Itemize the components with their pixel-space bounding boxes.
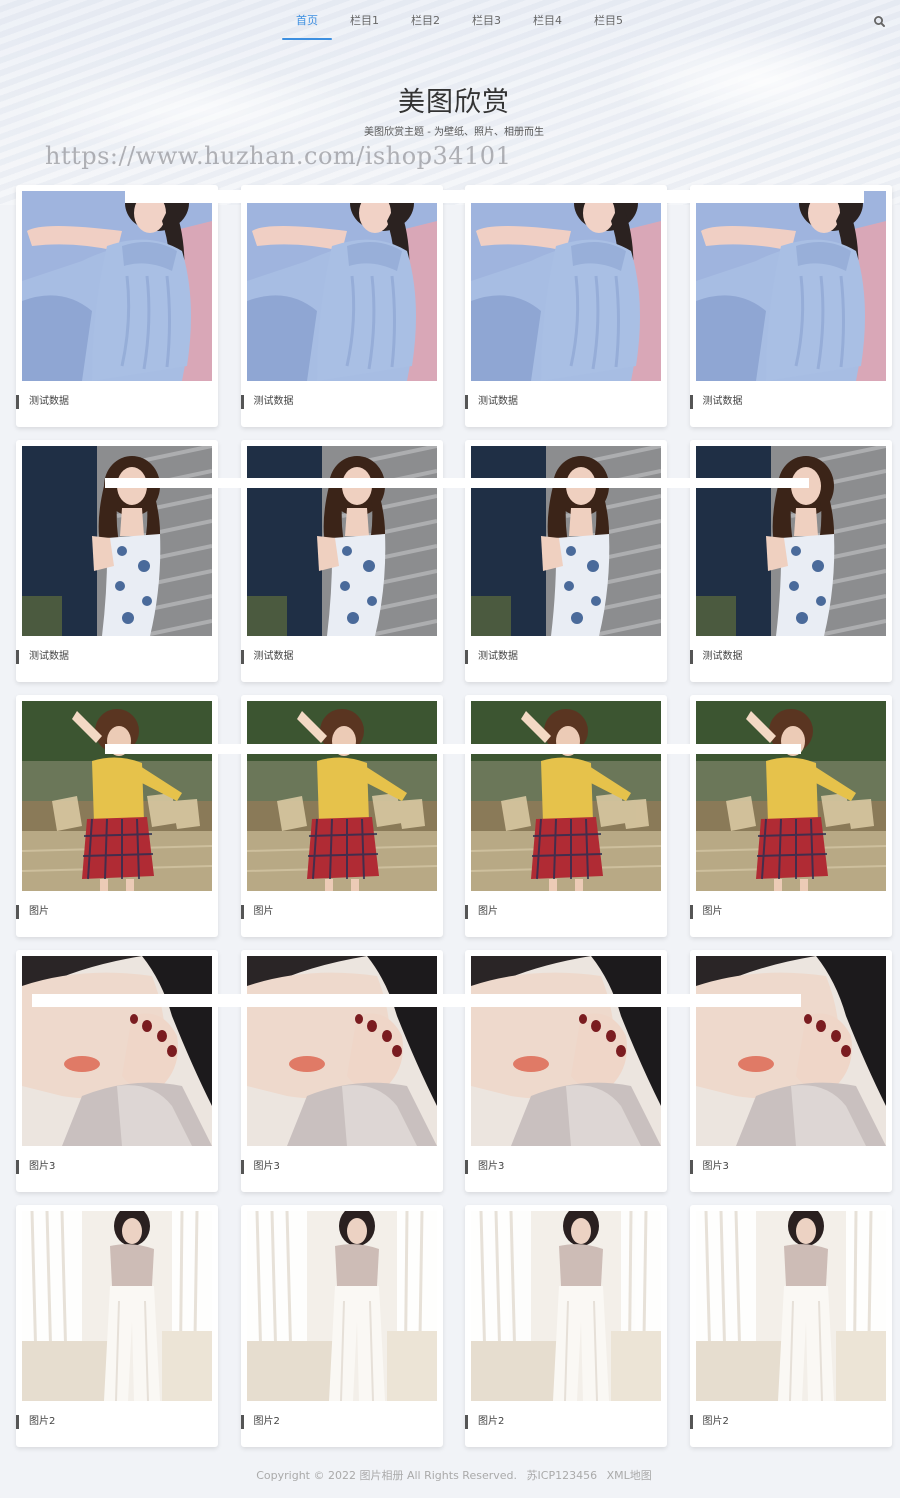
gallery-photo[interactable] bbox=[22, 191, 212, 381]
gallery-card[interactable]: 图片3 bbox=[16, 950, 218, 1192]
gallery-caption[interactable]: 图片2 bbox=[465, 1415, 504, 1429]
nav-item-column-2[interactable]: 栏目2 bbox=[395, 0, 456, 40]
redaction-bar bbox=[32, 994, 801, 1007]
gallery-caption[interactable]: 图片2 bbox=[16, 1415, 55, 1429]
gallery-caption[interactable]: 图片3 bbox=[16, 1160, 55, 1174]
nav-menu: 首页 栏目1 栏目2 栏目3 栏目4 栏目5 bbox=[280, 0, 639, 44]
page-title: 美图欣赏 bbox=[398, 87, 510, 118]
search-icon bbox=[874, 16, 885, 27]
gallery-caption[interactable]: 测试数据 bbox=[465, 395, 518, 409]
search-button[interactable] bbox=[872, 14, 888, 30]
gallery-photo[interactable] bbox=[22, 701, 212, 891]
gallery-photo[interactable] bbox=[471, 1211, 661, 1401]
gallery-caption[interactable]: 测试数据 bbox=[16, 395, 69, 409]
gallery-card[interactable]: 测试数据 bbox=[689, 185, 892, 427]
gallery-photo[interactable] bbox=[22, 446, 212, 636]
gallery-caption[interactable]: 图片 bbox=[16, 905, 49, 919]
gallery-photo[interactable] bbox=[247, 956, 437, 1146]
gallery-card[interactable]: 图片 bbox=[240, 695, 443, 937]
gallery-photo[interactable] bbox=[696, 1211, 886, 1401]
gallery-card[interactable]: 测试数据 bbox=[16, 440, 218, 682]
gallery-grid: 测试数据 测试数据 测试数据 测试数据 测试数据 测试数据 测试数据 测试数据 图片 图片 图片 图片… bbox=[16, 185, 892, 1447]
nav-item-home[interactable]: 首页 bbox=[280, 0, 334, 40]
gallery-card[interactable]: 测试数据 bbox=[465, 185, 667, 427]
gallery-photo[interactable] bbox=[696, 191, 886, 381]
gallery-caption[interactable]: 测试数据 bbox=[689, 395, 743, 409]
redaction-bar bbox=[105, 478, 809, 488]
gallery-card[interactable]: 图片2 bbox=[689, 1205, 892, 1447]
gallery-card[interactable]: 测试数据 bbox=[689, 440, 892, 682]
gallery-card[interactable]: 图片2 bbox=[240, 1205, 443, 1447]
nav-item-column-4[interactable]: 栏目4 bbox=[517, 0, 578, 40]
gallery-caption[interactable]: 图片3 bbox=[240, 1160, 280, 1174]
redaction-bar bbox=[105, 744, 801, 754]
gallery-card[interactable]: 图片3 bbox=[465, 950, 667, 1192]
top-navigation: 首页 栏目1 栏目2 栏目3 栏目4 栏目5 bbox=[0, 0, 900, 44]
gallery-photo[interactable] bbox=[247, 1211, 437, 1401]
gallery-caption[interactable]: 测试数据 bbox=[465, 650, 518, 664]
gallery-caption[interactable]: 图片 bbox=[689, 905, 723, 919]
gallery-photo[interactable] bbox=[696, 446, 886, 636]
gallery-photo[interactable] bbox=[471, 701, 661, 891]
gallery-caption[interactable]: 图片 bbox=[240, 905, 274, 919]
page-subtitle: 美图欣赏主题 - 为壁纸、照片、相册而生 bbox=[364, 127, 544, 138]
gallery-photo[interactable] bbox=[696, 956, 886, 1146]
gallery-caption[interactable]: 测试数据 bbox=[240, 650, 294, 664]
gallery-card[interactable]: 图片 bbox=[465, 695, 667, 937]
gallery-card[interactable]: 图片2 bbox=[465, 1205, 667, 1447]
gallery-photo[interactable] bbox=[471, 191, 661, 381]
gallery-photo[interactable] bbox=[471, 956, 661, 1146]
gallery-card[interactable]: 测试数据 bbox=[16, 185, 218, 427]
gallery-card[interactable]: 图片2 bbox=[16, 1205, 218, 1447]
copyright-text: Copyright © 2022 图片相册 All Rights Reserve… bbox=[256, 1469, 518, 1482]
gallery-photo[interactable] bbox=[22, 1211, 212, 1401]
gallery-caption[interactable]: 测试数据 bbox=[240, 395, 294, 409]
watermark-text: https://www.huzhan.com/ishop34101 bbox=[45, 142, 512, 170]
gallery-photo[interactable] bbox=[247, 701, 437, 891]
nav-item-column-3[interactable]: 栏目3 bbox=[456, 0, 517, 40]
icp-link[interactable]: 苏ICP123456 bbox=[527, 1469, 598, 1482]
gallery-photo[interactable] bbox=[696, 701, 886, 891]
gallery-caption[interactable]: 图片2 bbox=[689, 1415, 729, 1429]
nav-item-column-5[interactable]: 栏目5 bbox=[578, 0, 639, 40]
gallery-card[interactable]: 测试数据 bbox=[240, 440, 443, 682]
gallery-caption[interactable]: 测试数据 bbox=[16, 650, 69, 664]
nav-item-column-1[interactable]: 栏目1 bbox=[334, 0, 395, 40]
gallery-caption[interactable]: 测试数据 bbox=[689, 650, 743, 664]
gallery-card[interactable]: 测试数据 bbox=[465, 440, 667, 682]
site-footer: Copyright © 2022 图片相册 All Rights Reserve… bbox=[0, 1467, 900, 1483]
sitemap-link[interactable]: XML地图 bbox=[607, 1469, 652, 1482]
gallery-card[interactable]: 图片 bbox=[16, 695, 218, 937]
gallery-card[interactable]: 图片3 bbox=[240, 950, 443, 1192]
gallery-photo[interactable] bbox=[247, 191, 437, 381]
gallery-card[interactable]: 测试数据 bbox=[240, 185, 443, 427]
gallery-photo[interactable] bbox=[22, 956, 212, 1146]
redaction-bar bbox=[125, 190, 864, 203]
gallery-card[interactable]: 图片3 bbox=[689, 950, 892, 1192]
gallery-photo[interactable] bbox=[471, 446, 661, 636]
gallery-caption[interactable]: 图片3 bbox=[465, 1160, 504, 1174]
gallery-card[interactable]: 图片 bbox=[689, 695, 892, 937]
gallery-caption[interactable]: 图片2 bbox=[240, 1415, 280, 1429]
gallery-caption[interactable]: 图片 bbox=[465, 905, 498, 919]
gallery-photo[interactable] bbox=[247, 446, 437, 636]
gallery-caption[interactable]: 图片3 bbox=[689, 1160, 729, 1174]
